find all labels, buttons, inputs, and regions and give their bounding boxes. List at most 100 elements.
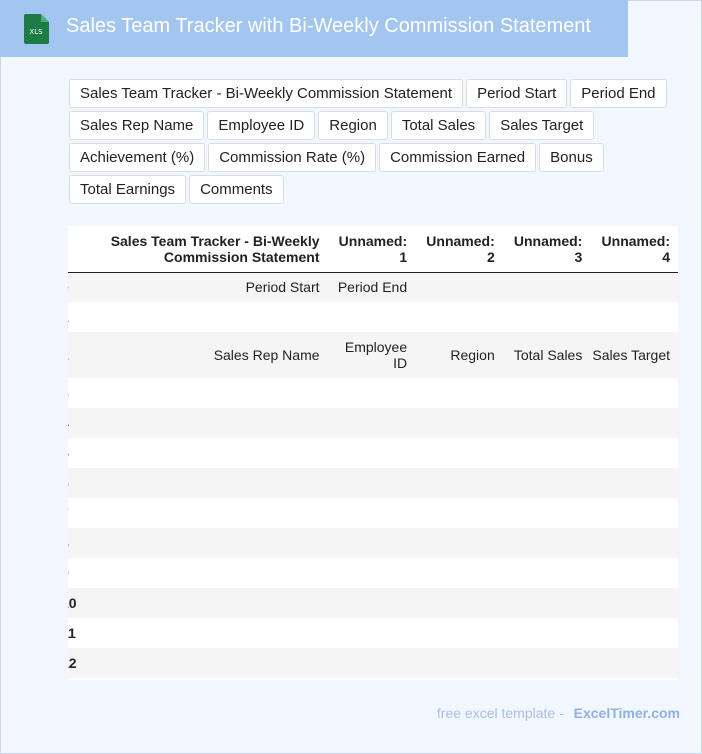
- table-cell: [328, 618, 416, 648]
- column-tag[interactable]: Commission Rate (%): [208, 143, 377, 172]
- table-cell: [503, 618, 591, 648]
- footer-brand-link[interactable]: ExcelTimer.com: [574, 705, 680, 721]
- table-cell: Employee ID: [344, 339, 408, 371]
- table-cell: [415, 272, 503, 302]
- column-header: Sales Team Tracker - Bi-Weekly Commissio…: [77, 226, 328, 273]
- table-row: 0 Period Start Period End: [68, 272, 678, 302]
- row-index: 8: [68, 528, 78, 558]
- table-cell: [415, 438, 503, 468]
- table-row: 11: [68, 618, 678, 648]
- row-index-label: 1: [68, 309, 69, 325]
- column-tag[interactable]: Sales Target: [489, 111, 595, 140]
- table-cell: [78, 408, 328, 438]
- row-index: 6: [68, 468, 78, 498]
- column-tag[interactable]: Period Start: [466, 79, 568, 108]
- column-tag[interactable]: Sales Rep Name: [69, 111, 205, 140]
- row-index-label: 11: [68, 625, 76, 641]
- table-cell: [328, 558, 416, 588]
- xls-icon-label: XLS: [29, 28, 43, 36]
- row-index: 1: [68, 302, 78, 332]
- table-cell: [503, 498, 591, 528]
- table-cell: [590, 438, 678, 468]
- row-index: 5: [68, 438, 78, 468]
- table-cell: [328, 302, 416, 332]
- row-index: 2: [68, 332, 78, 378]
- table-cell: [78, 468, 328, 498]
- footer-credit: free excel template - ExcelTimer.com: [437, 705, 680, 721]
- table-cell: [503, 468, 591, 498]
- column-tag[interactable]: Period End: [570, 79, 667, 108]
- row-index-label: 8: [68, 535, 69, 551]
- column-tag[interactable]: Employee ID: [207, 111, 316, 140]
- table-cell: [503, 272, 591, 302]
- footer-prefix: free excel template -: [436, 705, 564, 721]
- table-cell: [415, 408, 503, 438]
- table-cell: [78, 378, 328, 408]
- row-index-label: 0: [68, 279, 69, 295]
- column-tag-list: Sales Team Tracker - Bi-Weekly Commissio…: [69, 79, 669, 204]
- table-header-row: Sales Team Tracker - Bi-Weekly Commissio…: [68, 226, 678, 273]
- column-header: Unnamed: 4: [590, 226, 678, 273]
- column-tag[interactable]: Achievement (%): [69, 143, 206, 172]
- table-cell: [415, 302, 503, 332]
- row-index-label: 3: [68, 385, 69, 401]
- row-index-label: 5: [68, 445, 69, 461]
- row-index-label: 2: [68, 347, 69, 363]
- table-row: 2 Sales Rep Name Employee ID Region Total Sa…: [68, 332, 678, 378]
- row-index: 9: [68, 558, 78, 588]
- table-cell: [503, 588, 591, 618]
- table-cell: [503, 302, 591, 332]
- column-tag[interactable]: Total Sales: [390, 111, 487, 140]
- table-row: 1: [68, 302, 678, 332]
- table-cell: [328, 468, 416, 498]
- column-tag[interactable]: Commission Earned: [379, 143, 537, 172]
- table-cell: [78, 498, 328, 528]
- column-tag[interactable]: Bonus: [539, 143, 604, 172]
- table-cell: [590, 648, 678, 678]
- table-cell: [590, 408, 678, 438]
- column-tag[interactable]: Sales Team Tracker - Bi-Weekly Commissio…: [69, 79, 464, 108]
- table-cell: Period End: [337, 279, 408, 296]
- table-cell: [590, 378, 678, 408]
- table-row: 8: [68, 528, 678, 558]
- index-header: [68, 226, 78, 273]
- table-cell: [590, 302, 678, 332]
- table-cell: Sales Rep Name: [213, 347, 320, 363]
- table-cell: [78, 588, 328, 618]
- row-index: 0: [68, 272, 78, 302]
- table-cell: [78, 528, 328, 558]
- table-cell: [78, 618, 328, 648]
- row-index-label: 7: [68, 505, 69, 521]
- table-cell: [415, 588, 503, 618]
- column-tag[interactable]: Total Earnings: [69, 175, 187, 204]
- row-index: 10: [68, 588, 78, 618]
- table-cell: [328, 378, 416, 408]
- table-cell: [328, 528, 416, 558]
- xls-file-icon: XLS: [24, 14, 49, 44]
- table-cell: [590, 618, 678, 648]
- table-cell: [590, 498, 678, 528]
- table-cell: [328, 588, 416, 618]
- table-cell: [328, 408, 416, 438]
- table-cell: [78, 438, 328, 468]
- table-cell: [590, 468, 678, 498]
- column-tag[interactable]: Region: [318, 111, 388, 140]
- table-row: 5: [68, 438, 678, 468]
- table-cell: Total Sales: [513, 347, 583, 363]
- table-cell: [415, 648, 503, 678]
- column-tag[interactable]: Comments: [189, 175, 284, 204]
- table-cell: [590, 558, 678, 588]
- table-cell: [503, 648, 591, 678]
- table-row: 9: [68, 558, 678, 588]
- table-cell: [503, 378, 591, 408]
- sheet-preview: Sales Team Tracker - Bi-Weekly Commissio…: [68, 226, 678, 680]
- table-cell: Period Start: [245, 279, 320, 296]
- data-table: Sales Team Tracker - Bi-Weekly Commissio…: [68, 226, 678, 678]
- table-cell: [328, 498, 416, 528]
- row-index-label: 9: [68, 565, 69, 581]
- table-cell: [415, 378, 503, 408]
- table-cell: [503, 528, 591, 558]
- row-index: 4: [68, 408, 78, 438]
- table-cell: [590, 272, 678, 302]
- table-cell: [503, 438, 591, 468]
